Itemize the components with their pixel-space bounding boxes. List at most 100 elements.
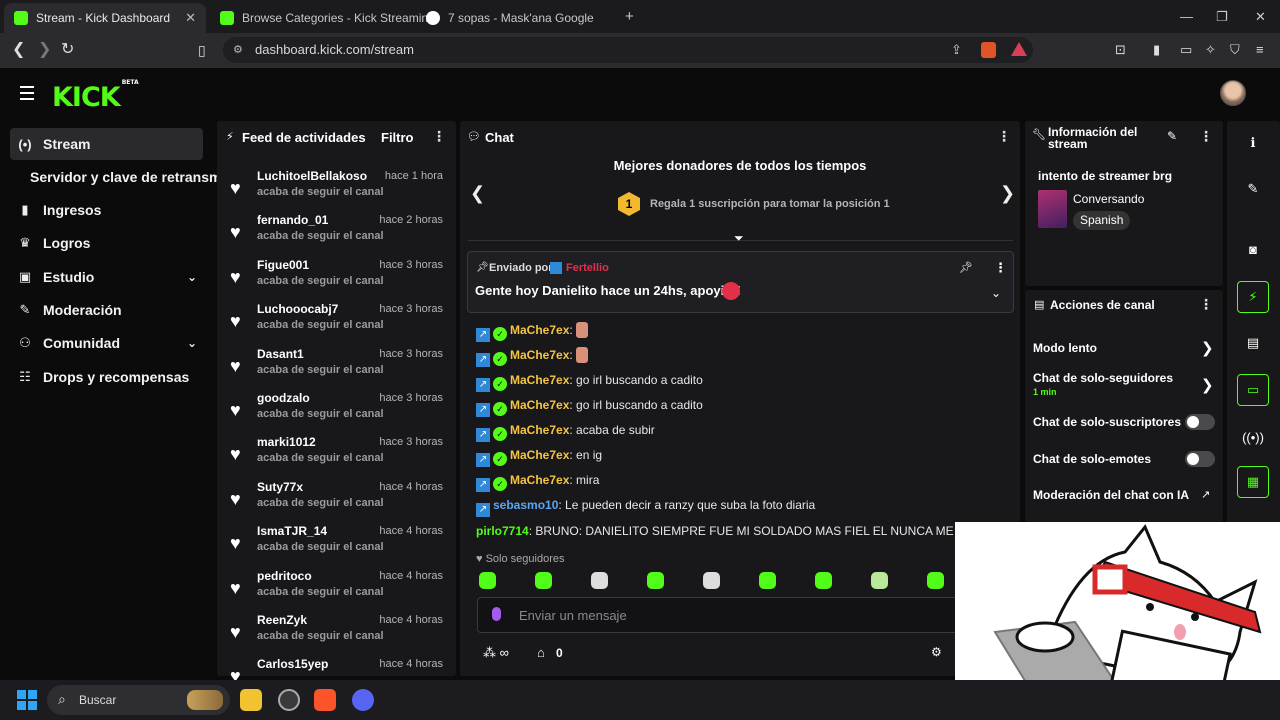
feed-user[interactable]: marki1012: [257, 435, 316, 449]
chat-username[interactable]: MaChe7ex: [510, 423, 569, 437]
feed-item[interactable]: ♥ goodzalo hace 3 horas acaba de seguir el …: [230, 389, 443, 433]
feed-more-icon[interactable]: ⋮: [432, 128, 446, 145]
stream-category[interactable]: Conversando: [1073, 192, 1144, 206]
kick-logo[interactable]: KICK BETA: [52, 79, 139, 113]
chat-username[interactable]: sebasmo10: [493, 498, 558, 512]
leo-icon[interactable]: ✧: [1205, 41, 1216, 59]
chat-username[interactable]: MaChe7ex: [510, 448, 569, 462]
emote-icon[interactable]: [927, 572, 944, 589]
brave-shields-icon[interactable]: [981, 42, 996, 58]
feed-user[interactable]: ReenZyk: [257, 613, 307, 627]
tab-search-icon[interactable]: ⊡: [1115, 41, 1126, 59]
tab-google-search[interactable]: 7 sopas - Mask'ana Google: [416, 3, 616, 33]
bookmark-icon[interactable]: ▯: [198, 41, 206, 59]
edit-icon[interactable]: ✎: [1167, 129, 1177, 143]
sidebar-item-comunidad[interactable]: ⚇ Comunidad ⌄: [10, 327, 203, 359]
microphone-icon[interactable]: [492, 607, 501, 621]
chat-username[interactable]: MaChe7ex: [510, 373, 569, 387]
close-window-icon[interactable]: ✕: [1255, 9, 1266, 25]
feed-item[interactable]: ♥ ReenZyk hace 4 horas acaba de seguir el c…: [230, 611, 443, 655]
info-icon[interactable]: ℹ: [1237, 127, 1269, 159]
feed-user[interactable]: goodzalo: [257, 391, 310, 405]
emote-icon[interactable]: [815, 572, 832, 589]
feed-user[interactable]: Dasant1: [257, 347, 304, 361]
back-icon[interactable]: ❮: [12, 41, 25, 59]
chat-username[interactable]: MaChe7ex: [510, 398, 569, 412]
sidebar-item-stream[interactable]: (•) Stream: [10, 128, 203, 160]
broadcast-icon[interactable]: ((•)): [1237, 421, 1269, 453]
emote-icon[interactable]: [535, 572, 552, 589]
windows-start-icon[interactable]: [17, 690, 37, 710]
next-donor-icon[interactable]: ❯: [1000, 183, 1015, 204]
site-info-icon[interactable]: ⚙: [233, 37, 243, 63]
feed-filter-button[interactable]: Filtro: [381, 130, 414, 145]
file-explorer-icon[interactable]: [240, 689, 262, 711]
user-avatar[interactable]: [1220, 80, 1246, 106]
chat-username[interactable]: MaChe7ex: [510, 348, 569, 362]
feed-item[interactable]: ♥ Luchooocabj7 hace 3 horas acaba de seguir…: [230, 300, 443, 344]
emote-icon[interactable]: [703, 572, 720, 589]
vpn-icon[interactable]: ⛉: [1230, 41, 1240, 59]
emote-icon[interactable]: [759, 572, 776, 589]
address-bar[interactable]: ⚙ dashboard.kick.com/stream ⇪: [223, 37, 1033, 63]
followers-chat-label[interactable]: Chat de solo-seguidores: [1033, 371, 1173, 385]
brave-rewards-icon[interactable]: [1011, 42, 1027, 56]
emote-icon[interactable]: [591, 572, 608, 589]
close-tab-icon[interactable]: ✕: [185, 10, 196, 26]
sidebar-item-logros[interactable]: ♛ Logros: [10, 227, 203, 259]
edit-icon[interactable]: ✎: [1237, 173, 1269, 205]
lightning-icon[interactable]: ⚡: [1237, 281, 1269, 313]
new-tab-icon[interactable]: +: [625, 8, 634, 25]
slow-mode-label[interactable]: Modo lento: [1033, 341, 1097, 355]
chevron-right-icon[interactable]: ❯: [1201, 339, 1214, 357]
sidebar-item-ingresos[interactable]: ▮ Ingresos: [10, 194, 203, 226]
feed-user[interactable]: Suty77x: [257, 480, 303, 494]
chevron-down-icon[interactable]: ⌄: [991, 286, 1001, 300]
feed-user[interactable]: Carlos15yep: [257, 657, 328, 671]
feed-user[interactable]: Figue001: [257, 258, 309, 272]
feed-item[interactable]: ♥ marki1012 hace 3 horas acaba de seguir el…: [230, 433, 443, 477]
taskbar-search[interactable]: ⌕ Buscar: [47, 685, 230, 715]
obs-icon[interactable]: [278, 689, 300, 711]
sidebar-item-moderacion[interactable]: ✎ Moderación: [10, 294, 203, 326]
chat-icon[interactable]: ▭: [1237, 374, 1269, 406]
forward-icon[interactable]: ❯: [38, 41, 51, 59]
chat-settings-icon[interactable]: ⚙: [931, 645, 942, 659]
channel-points-icon[interactable]: ⁂ ∞: [483, 645, 509, 661]
prev-donor-icon[interactable]: ❮: [470, 183, 485, 204]
sidebar-item-estudio[interactable]: ▣ Estudio ⌄: [10, 261, 203, 293]
pinned-more-icon[interactable]: ⋮: [994, 260, 1007, 276]
brave-browser-icon[interactable]: [314, 689, 336, 711]
emote-icon[interactable]: [647, 572, 664, 589]
feed-user[interactable]: LuchitoelBellakoso: [257, 169, 367, 183]
chevron-right-icon[interactable]: ❯: [1201, 376, 1214, 394]
chat-input[interactable]: Enviar un mensaje: [477, 597, 1017, 633]
minimize-icon[interactable]: —: [1180, 9, 1193, 24]
layout-icon[interactable]: ▦: [1237, 466, 1269, 498]
feed-user[interactable]: fernando_01: [257, 213, 328, 227]
feed-item[interactable]: ♥ fernando_01 hace 2 horas acaba de seguir …: [230, 211, 443, 255]
feed-user[interactable]: pedritoco: [257, 569, 312, 583]
external-link-icon[interactable]: ↗: [1201, 488, 1210, 501]
feed-item[interactable]: ♥ Figue001 hace 3 horas acaba de seguir el …: [230, 256, 443, 300]
filter-icon[interactable]: ⏷: [734, 231, 744, 246]
wallet-icon[interactable]: ▭: [1180, 41, 1192, 59]
chat-username[interactable]: pirlo7714: [476, 524, 529, 538]
feed-item[interactable]: ♥ pedritoco hace 4 horas acaba de seguir el…: [230, 567, 443, 611]
discord-icon[interactable]: [352, 689, 374, 711]
feed-item[interactable]: ♥ Dasant1 hace 3 horas acaba de seguir el c…: [230, 345, 443, 389]
feed-item[interactable]: ♥ IsmaTJR_14 hace 4 horas acaba de seguir e…: [230, 522, 443, 566]
sidebar-item-server-key[interactable]: Servidor y clave de retransm: [24, 161, 221, 193]
chat-more-icon[interactable]: ⋮: [997, 128, 1011, 145]
feed-item[interactable]: ♥ Suty77x hace 4 horas acaba de seguir el c…: [230, 478, 443, 522]
share-icon[interactable]: ⇪: [951, 37, 962, 63]
emote-icon[interactable]: [871, 572, 888, 589]
tab-browse-categories[interactable]: Browse Categories - Kick Streaming: [210, 3, 435, 33]
reload-icon[interactable]: ↻: [61, 41, 74, 59]
subs-chat-toggle[interactable]: [1185, 414, 1215, 430]
unpin-icon[interactable]: 📌︎: [959, 261, 973, 274]
chat-username[interactable]: MaChe7ex: [510, 323, 569, 337]
emotes-chat-toggle[interactable]: [1185, 451, 1215, 467]
stream-info-more-icon[interactable]: ⋮: [1199, 128, 1213, 145]
chat-username[interactable]: MaChe7ex: [510, 473, 569, 487]
